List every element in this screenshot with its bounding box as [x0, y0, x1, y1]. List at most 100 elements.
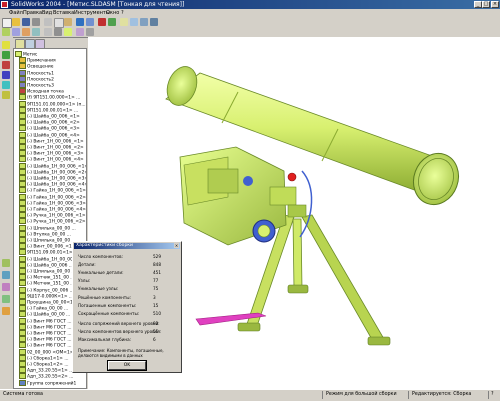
tree-item[interactable]: (-) Втулка_00_00 ... — [19, 230, 71, 237]
tree-item[interactable]: (-) Ручка_1Н_00_006_<2> — [19, 218, 86, 225]
move-component-icon[interactable] — [22, 28, 30, 36]
help-icon[interactable] — [108, 18, 116, 26]
tree-item[interactable]: (-) Шпилька_00_00 ... — [19, 237, 76, 244]
wireframe-icon[interactable] — [44, 28, 52, 36]
tree-item[interactable]: (-) Винт_00_006_<1> — [19, 243, 75, 250]
smart-mate-icon[interactable] — [2, 271, 10, 279]
tree-item[interactable]: Освещение — [19, 63, 53, 70]
tree-item[interactable]: Адп_33.20.55<1> ... — [19, 367, 73, 374]
tree-item[interactable]: (-) Шайба_1Н_00_006_<4> — [19, 181, 86, 188]
tree-item[interactable]: Примечания — [19, 57, 56, 64]
zoom-fit-icon[interactable] — [120, 18, 128, 26]
menu-insert[interactable]: Вставка — [53, 10, 74, 16]
tree-item[interactable]: Адп_33.20.55<2> ... — [19, 373, 73, 380]
cut-extrude-icon[interactable] — [2, 61, 10, 69]
options-icon[interactable] — [98, 18, 106, 26]
tree-item[interactable]: (-) Сборка1<1> ... — [19, 354, 69, 361]
close-button[interactable]: × — [491, 1, 499, 8]
rebuild-icon[interactable] — [86, 18, 94, 26]
mate-icon[interactable] — [12, 28, 20, 36]
component-icon[interactable] — [2, 28, 10, 36]
tree-item[interactable]: (-) Метчик_151_00 ... — [19, 274, 75, 281]
tree-item[interactable]: Исходная точка — [19, 88, 64, 95]
chamfer-icon[interactable] — [2, 91, 10, 99]
tree-item[interactable]: (-) Шайба_1Н_00_006_<3> — [19, 175, 86, 182]
tree-item[interactable]: (-) Гайка_1Н_00_006_<1> — [19, 187, 86, 194]
tree-item[interactable]: (-) Сборка1<2> ... — [19, 361, 69, 368]
tree-item[interactable]: (-) Винт М6 ГОСТ ... — [19, 330, 72, 337]
tree-item[interactable]: (-) Шайба_00_006_<3> — [19, 125, 80, 132]
revolve-icon[interactable] — [2, 71, 10, 79]
tree-item[interactable]: Плоскость2 — [19, 75, 54, 82]
cut-icon[interactable] — [44, 18, 52, 26]
menu-help[interactable]: ? — [121, 10, 124, 16]
menu-file[interactable]: Файл — [9, 10, 23, 16]
menu-window[interactable]: Окно — [106, 10, 119, 16]
tree-item[interactable]: (-) Шайба_1Н_00_006_<2> — [19, 168, 86, 175]
maximize-button[interactable]: □ — [482, 1, 490, 8]
tree-item[interactable]: 9П151.01.00.000<1> (п... — [19, 100, 86, 107]
fillet-icon[interactable] — [2, 81, 10, 89]
hidden-lines-icon[interactable] — [54, 28, 62, 36]
tree-item[interactable]: (-) Метчик_151_00 ... — [19, 280, 75, 287]
tree-item[interactable]: Плоскость1 — [19, 69, 54, 76]
hide-show-icon[interactable] — [2, 307, 10, 315]
tree-item[interactable]: (-) Винт_1Н_00_006_<2> — [19, 144, 84, 151]
shaded-icon[interactable] — [64, 28, 72, 36]
tree-item[interactable]: (-) Шайба_1Н_00_006_<1> — [19, 162, 86, 169]
menu-view[interactable]: Вид — [42, 10, 52, 16]
tree-item[interactable]: (-) Гайка_1Н_00_006_<4> — [19, 206, 86, 213]
zoom-area-icon[interactable] — [130, 18, 138, 26]
copy-icon[interactable] — [54, 18, 64, 28]
tree-item[interactable]: (-) Шайба_00_006_<1> — [19, 113, 80, 120]
save-icon[interactable] — [22, 18, 30, 26]
tree-item[interactable]: Плоскость3 — [19, 82, 54, 89]
view-orientation-icon[interactable] — [86, 28, 94, 36]
rotate-component-icon[interactable] — [32, 28, 40, 36]
tree-item[interactable]: 02_00_000 <ОМ<1> ... — [19, 348, 79, 355]
tree-item[interactable]: (-) Шайба_00_006_<4> — [19, 131, 80, 138]
tree-item[interactable]: (-) Шайба_00_00 ... — [19, 311, 70, 318]
sketch-icon[interactable] — [2, 41, 10, 49]
explode-icon[interactable] — [2, 283, 10, 291]
tree-item[interactable]: (-) Винт М6 ГОСТ ... — [19, 317, 72, 324]
dialog-close-button[interactable]: × — [174, 243, 179, 248]
tree-item[interactable]: (-) Гайка_00_00 ... — [19, 305, 68, 312]
undo-icon[interactable] — [76, 18, 84, 26]
guidance-unit[interactable] — [179, 146, 313, 246]
tree-item[interactable]: (-) Шпилька_00_00 ... — [19, 224, 76, 231]
ok-button[interactable]: OK — [107, 360, 147, 371]
tree-item[interactable]: 9Ш17-0.000К<1> ... — [19, 292, 73, 299]
tree-item[interactable]: (-) Винт_1Н_00_006_<3> — [19, 150, 84, 157]
assembly-tool-icon[interactable] — [2, 259, 10, 267]
print-icon[interactable] — [32, 18, 40, 26]
tree-item[interactable]: (-) Винт_1Н_00_006_<1> — [19, 137, 84, 144]
tree-item[interactable]: (-) Шпилька_00_00 ... — [19, 268, 76, 275]
tree-item[interactable]: (-) Винт М6 ГОСТ ... — [19, 323, 72, 330]
pan-icon[interactable] — [150, 18, 158, 26]
tree-item[interactable]: (f) 9П151.00.000<1> ... — [19, 94, 80, 101]
tree-item[interactable]: (-) Корпус_00_006 ... — [19, 286, 74, 293]
tree-item[interactable]: (-) Винт М6 ГОСТ ... — [19, 336, 72, 343]
minimize-button[interactable]: _ — [474, 1, 482, 8]
rotate-view-icon[interactable] — [140, 18, 148, 26]
tree-item[interactable]: (-) Шайба_00_006 ... — [19, 261, 73, 268]
new-file-icon[interactable] — [2, 18, 12, 28]
extrude-icon[interactable] — [2, 51, 10, 59]
tree-item[interactable]: 9П151.09.00.01<1> ... — [19, 249, 78, 256]
tree-item[interactable]: (-) Винт_1Н_00_006_<4> — [19, 156, 84, 163]
tree-item[interactable]: 9П151.00.00.01<1> ... — [19, 106, 78, 113]
tree-item[interactable]: (-) Шайба_00_006_<2> — [19, 119, 80, 126]
tree-item[interactable]: (-) Гайка_1Н_00_006_<3> — [19, 199, 86, 206]
interference-icon[interactable] — [2, 295, 10, 303]
menu-tools[interactable]: Инструменты — [74, 10, 110, 16]
tree-item[interactable]: Группа сопряжений1 — [19, 379, 76, 386]
open-folder-icon[interactable] — [12, 18, 20, 26]
tree-item[interactable]: (-) Винт М6 ГОСТ ... — [19, 342, 72, 349]
paste-icon[interactable] — [64, 18, 72, 26]
tree-item[interactable]: (-) Гайка_1Н_00_006_<2> — [19, 193, 86, 200]
section-view-icon[interactable] — [76, 28, 84, 36]
status-help-icon[interactable]: ? — [491, 392, 494, 397]
tree-item[interactable]: Метис — [15, 51, 37, 58]
tree-item[interactable]: (-) Ручка_1Н_00_006_<1> — [19, 212, 86, 219]
